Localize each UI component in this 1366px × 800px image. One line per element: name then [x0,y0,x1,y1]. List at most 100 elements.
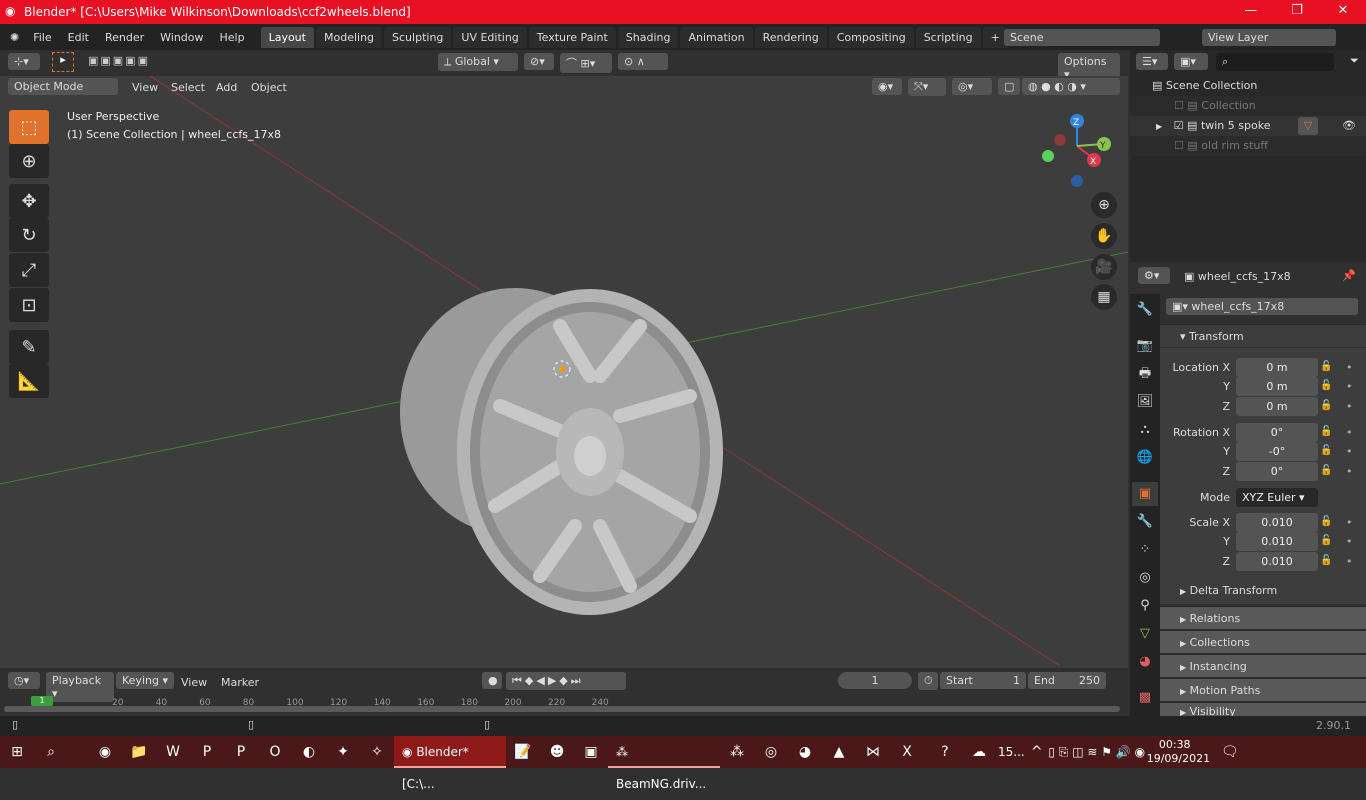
tab-animation[interactable]: Animation [680,26,753,48]
lock-icon[interactable]: 🔓 [1320,535,1332,546]
app-icon[interactable]: ◎ [754,744,788,760]
visibility-icon[interactable]: ◉▾ [872,78,902,95]
end-frame-field[interactable]: End 250 [1028,672,1106,689]
outliner-scene-collection[interactable]: ▤ Scene Collection [1130,76,1366,96]
physics-tab-icon[interactable]: ◎ [1132,566,1158,590]
collections-panel[interactable]: ▶ Collections [1160,630,1366,653]
keyframe-dot-icon[interactable]: • [1346,442,1353,462]
app-icon[interactable]: ✦ [326,744,360,760]
app-icon[interactable]: ⁂ [720,744,754,760]
tab-modeling[interactable]: Modeling [315,26,383,48]
outliner-item[interactable]: ☐ ▤ Collection [1130,96,1366,116]
keyframe-dot-icon[interactable]: • [1346,532,1353,552]
notepad-icon[interactable]: 📝 [506,744,540,760]
cursor-tool-icon[interactable]: ⊕ [9,144,49,178]
weather-icon[interactable]: ☁ [962,744,996,760]
editor-type-button[interactable]: ⊹▾ [8,53,40,70]
proportional-edit-icon[interactable]: ⊙ ∧ [618,53,668,70]
scale-z-field[interactable]: 0.010 [1236,552,1318,571]
outlook-icon[interactable]: O [258,744,292,760]
lock-icon[interactable]: 🔓 [1320,426,1332,437]
pin-icon[interactable]: 📌 [1342,269,1356,282]
start-frame-field[interactable]: Start 1 [940,672,1026,689]
vscode-icon[interactable]: ⋈ [856,744,890,760]
help-icon[interactable]: ? [928,744,962,760]
menu-render[interactable]: Render [97,31,152,44]
location-x-field[interactable]: 0 m [1236,358,1318,377]
menu-help[interactable]: Help [212,31,253,44]
modifier-tab-icon[interactable]: 🔧 [1132,510,1158,534]
menu-object[interactable]: Object [243,81,295,94]
lock-icon[interactable]: 🔓 [1320,400,1332,411]
tab-uv-editing[interactable]: UV Editing [453,26,527,48]
tab-rendering[interactable]: Rendering [754,26,827,48]
ortho-grid-icon[interactable]: ▦ [1091,284,1117,310]
menu-select[interactable]: Select [163,81,213,94]
minimize-button[interactable]: — [1228,0,1274,24]
menu-view[interactable]: View [124,81,166,94]
shading-mode-icons[interactable]: ◍ ● ◐ ◑ ▾ [1022,78,1120,95]
checkbox[interactable]: ☐ [1174,99,1184,112]
powerpoint-icon[interactable]: P [224,744,258,760]
relations-panel[interactable]: ▶ Relations [1160,606,1366,629]
start-icon[interactable]: ⊞ [0,744,34,760]
scale-x-field[interactable]: 0.010 [1236,513,1318,532]
object-data-tab-icon[interactable]: ▽ [1132,622,1158,646]
pan-hand-icon[interactable]: ✋ [1091,223,1117,249]
gizmo-toggle-icon[interactable]: ⤧▾ [908,78,946,96]
measure-tool-icon[interactable]: 📐 [9,364,49,398]
properties-editor-icon[interactable]: ⚙▾ [1138,267,1170,284]
app-icon[interactable]: ▣ [574,744,608,760]
view-layer-tab-icon[interactable]: 🖼 [1132,390,1158,414]
keyframe-dot-icon[interactable]: • [1346,513,1353,533]
tab-sculpting[interactable]: Sculpting [384,26,452,48]
word-icon[interactable]: W [156,744,190,760]
checkbox[interactable]: ☑ [1174,119,1184,132]
object-tab-icon[interactable]: ▣ [1132,482,1158,506]
stopwatch-icon[interactable]: ⏱ [918,672,938,690]
display-mode-icon[interactable]: ▣▾ [1174,53,1208,70]
chrome-icon[interactable]: ◉ [88,744,122,760]
menu-window[interactable]: Window [152,31,211,44]
rotation-y-field[interactable]: -0° [1236,442,1318,461]
tab-layout[interactable]: Layout [260,26,314,48]
transform-panel-header[interactable]: ▾ Transform [1160,324,1366,347]
lock-icon[interactable]: 🔓 [1320,380,1332,391]
timeline-editor-icon[interactable]: ◷▾ [8,672,40,689]
menu-marker[interactable]: Marker [221,676,259,689]
tab-texture-paint[interactable]: Texture Paint [528,26,616,48]
menu-edit[interactable]: Edit [60,31,97,44]
menu-add[interactable]: Add [208,81,245,94]
scene-selector[interactable]: Scene [1004,28,1160,46]
tab-shading[interactable]: Shading [617,26,679,48]
tool-tab-icon[interactable]: 🔧 [1132,298,1158,322]
motion-paths-panel[interactable]: ▶ Motion Paths [1160,678,1366,701]
app-icon[interactable]: ☻ [540,744,574,760]
3d-viewport[interactable]: Z X Y Object Mode View Select Add Object… [0,76,1128,668]
publisher-icon[interactable]: P [190,744,224,760]
outliner-item[interactable]: ▶ ☑ ▤ twin 5 spoke ▽ 👁 [1130,116,1366,136]
outliner-editor-icon[interactable]: ☰▾ [1136,53,1168,70]
lock-icon[interactable]: 🔓 [1320,516,1332,527]
camera-view-icon[interactable]: 🎥 [1091,254,1117,280]
current-frame-field[interactable]: 1 [838,672,912,689]
tab-compositing[interactable]: Compositing [828,26,914,48]
rotation-x-field[interactable]: 0° [1236,423,1318,442]
eye-icon[interactable]: 👁 [1342,116,1356,136]
keyframe-dot-icon[interactable]: • [1346,552,1353,572]
output-tab-icon[interactable]: 🖶 [1132,362,1158,386]
pivot-icon[interactable]: ⊘▾ [524,53,554,70]
material-tab-icon[interactable]: ◕ [1132,650,1158,674]
scale-tool-icon[interactable]: ⤢ [9,253,49,287]
checkbox[interactable]: ☐ [1174,139,1184,152]
excel-icon[interactable]: X [890,744,924,760]
menu-file[interactable]: File [25,31,59,44]
lock-icon[interactable]: 🔓 [1320,361,1332,372]
file-explorer-icon[interactable]: 📁 [122,744,156,760]
keyframe-dot-icon[interactable]: • [1346,358,1353,378]
weather-temp[interactable]: 15... [996,736,1027,768]
transform-tool-icon[interactable]: ⊡ [9,288,49,322]
location-z-field[interactable]: 0 m [1236,397,1318,416]
discord-icon[interactable]: ◕ [788,744,822,760]
delta-transform-subpanel[interactable]: ▶ Delta Transform [1180,584,1277,597]
